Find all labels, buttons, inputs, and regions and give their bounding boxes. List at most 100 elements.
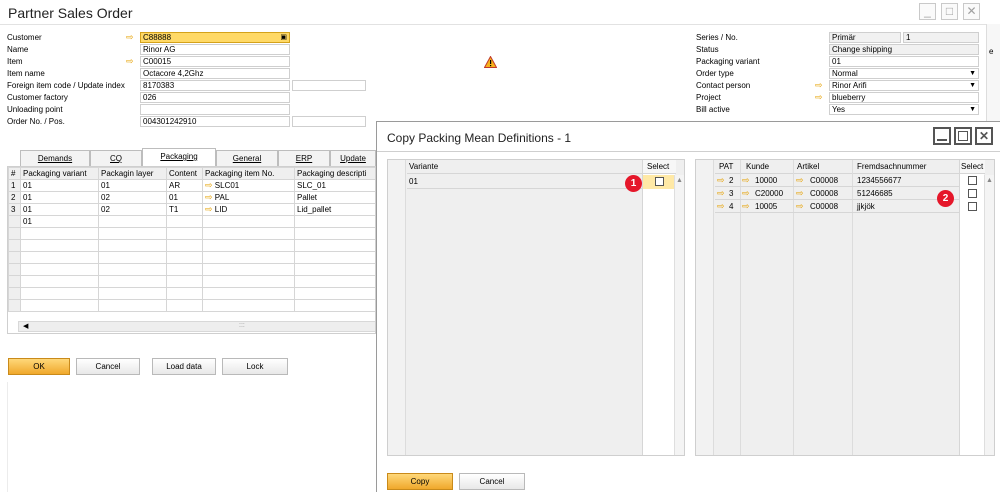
link-arrow-icon[interactable]: ⇨ xyxy=(742,201,750,212)
order-no-field[interactable]: 004301242910 xyxy=(140,116,290,127)
table-cell[interactable] xyxy=(294,215,375,228)
table-cell[interactable]: ⇨ LID xyxy=(202,203,295,216)
table-row[interactable]: ⇨ 4 ⇨ 10005 ⇨ C00008 jjkjök xyxy=(715,201,959,213)
link-arrow-icon[interactable]: ⇨ xyxy=(815,80,823,91)
contact-person-select[interactable]: Rinor Arifi ▼ xyxy=(829,80,979,91)
link-arrow-icon[interactable]: ⇨ xyxy=(717,188,725,199)
select-cell-row-1[interactable] xyxy=(643,175,676,189)
link-arrow-icon[interactable]: ⇨ xyxy=(815,92,823,103)
pat-col-header[interactable]: PAT xyxy=(719,161,733,172)
empty-row[interactable] xyxy=(8,299,375,312)
col-header[interactable]: Packagin layer xyxy=(98,167,167,180)
name-field[interactable]: Rinor AG xyxy=(140,44,290,55)
item-name-field[interactable]: Octacore 4,2Ghz xyxy=(140,68,290,79)
dialog-close-button[interactable]: ✕ xyxy=(975,127,993,145)
update-index-field[interactable] xyxy=(292,80,366,91)
customer-field[interactable]: C88888 ▣ xyxy=(140,32,290,43)
table-row[interactable]: 2 01 02 01 ⇨ PAL Pallet xyxy=(8,191,375,204)
packaging-variant-field[interactable]: 01 xyxy=(829,56,979,67)
status-field[interactable]: Change shipping xyxy=(829,44,979,55)
table-row[interactable]: ⇨ 2 ⇨ 10000 ⇨ C00008 1234556677 xyxy=(715,175,959,187)
dialog-minimize-button[interactable] xyxy=(933,127,951,145)
scroll-grip-icon[interactable]: ::: xyxy=(239,320,245,331)
link-arrow-icon[interactable]: ⇨ xyxy=(205,181,213,191)
chevron-down-icon[interactable]: ▼ xyxy=(969,81,976,90)
col-header[interactable]: Packaging descripti xyxy=(294,167,375,180)
link-arrow-icon[interactable]: ⇨ xyxy=(126,56,134,67)
table-cell[interactable]: SLC_01 xyxy=(294,179,375,192)
select-checkbox-pat-3[interactable] xyxy=(968,189,977,198)
table-cell[interactable] xyxy=(166,215,203,228)
tab-update[interactable]: Update xyxy=(330,150,376,166)
empty-row[interactable] xyxy=(8,287,375,300)
scroll-up-icon[interactable]: ▲ xyxy=(986,175,993,186)
table-cell[interactable]: ⇨ SLC01 xyxy=(202,179,295,192)
customer-factory-field[interactable]: 026 xyxy=(140,92,290,103)
link-arrow-icon[interactable]: ⇨ xyxy=(742,175,750,186)
table-row[interactable]: ⇨ 3 ⇨ C20000 ⇨ C00008 51246685 xyxy=(715,188,959,200)
chevron-down-icon[interactable]: ▼ xyxy=(969,69,976,78)
empty-row[interactable] xyxy=(8,239,375,252)
tab-demands[interactable]: Demands xyxy=(20,150,90,166)
kunde-col-header[interactable]: Kunde xyxy=(746,161,769,172)
lock-button[interactable]: Lock xyxy=(222,358,288,375)
scroll-left-icon[interactable]: ◀ xyxy=(23,321,28,332)
select-checkbox-variant-1[interactable] xyxy=(655,177,664,186)
empty-row[interactable] xyxy=(8,263,375,276)
copy-button[interactable]: Copy xyxy=(387,473,453,490)
link-arrow-icon[interactable]: ⇨ xyxy=(796,188,804,199)
table-cell[interactable]: 01 xyxy=(20,203,99,216)
table-row[interactable]: 3 01 02 T1 ⇨ LID Lid_pallet xyxy=(8,203,375,216)
cancel-button[interactable]: Cancel xyxy=(76,358,140,375)
project-field[interactable]: blueberry xyxy=(829,92,979,103)
link-arrow-icon[interactable]: ⇨ xyxy=(796,175,804,186)
vertical-scrollbar[interactable]: ▲ xyxy=(674,175,684,455)
dialog-maximize-button[interactable] xyxy=(954,127,972,145)
table-cell[interactable]: Lid_pallet xyxy=(294,203,375,216)
list-item[interactable]: 01 xyxy=(407,175,642,189)
table-cell[interactable] xyxy=(98,215,167,228)
dialog-cancel-button[interactable]: Cancel xyxy=(459,473,525,490)
link-arrow-icon[interactable]: ⇨ xyxy=(742,188,750,199)
maximize-button[interactable]: □ xyxy=(941,3,958,20)
load-data-button[interactable]: Load data xyxy=(152,358,216,375)
item-field[interactable]: C00015 xyxy=(140,56,290,67)
link-arrow-icon[interactable]: ⇨ xyxy=(717,175,725,186)
tab-general[interactable]: General xyxy=(216,150,278,166)
tab-cq[interactable]: CQ xyxy=(90,150,142,166)
link-arrow-icon[interactable]: ⇨ xyxy=(205,205,213,215)
horizontal-scrollbar[interactable]: ◀ ::: xyxy=(18,320,375,332)
link-arrow-icon[interactable]: ⇨ xyxy=(126,32,134,43)
order-pos-field[interactable] xyxy=(292,116,366,127)
table-cell[interactable]: 02 xyxy=(98,203,167,216)
variante-col-header[interactable]: Variante xyxy=(407,160,642,174)
link-arrow-icon[interactable]: ⇨ xyxy=(796,201,804,212)
table-cell[interactable]: 01 xyxy=(20,179,99,192)
empty-row[interactable] xyxy=(8,227,375,240)
table-cell[interactable]: ⇨ PAL xyxy=(202,191,295,204)
chevron-down-icon[interactable]: ▼ xyxy=(969,105,976,114)
table-cell[interactable]: 02 xyxy=(98,191,167,204)
tab-packaging[interactable]: Packaging xyxy=(142,148,216,166)
foreign-code-field[interactable]: 8170383 xyxy=(140,80,290,91)
table-cell[interactable]: 01 xyxy=(98,179,167,192)
table-cell[interactable] xyxy=(202,215,295,228)
table-cell[interactable]: 01 xyxy=(166,191,203,204)
scroll-up-icon[interactable]: ▲ xyxy=(676,175,683,186)
table-row[interactable]: 01 xyxy=(8,215,375,228)
table-cell[interactable]: 01 xyxy=(20,191,99,204)
minimize-button[interactable]: _ xyxy=(919,3,936,20)
order-type-select[interactable]: Normal ▼ xyxy=(829,68,979,79)
col-header[interactable]: Packaging variant xyxy=(20,167,99,180)
select-col-header[interactable]: Select xyxy=(643,160,676,174)
select-checkbox-pat-2[interactable] xyxy=(968,176,977,185)
unloading-point-field[interactable] xyxy=(140,104,290,115)
artikel-col-header[interactable]: Artikel xyxy=(797,161,819,172)
table-cell[interactable]: AR xyxy=(166,179,203,192)
col-header[interactable]: Content xyxy=(166,167,203,180)
vertical-scrollbar[interactable]: ▲ xyxy=(984,175,994,455)
link-arrow-icon[interactable]: ⇨ xyxy=(717,201,725,212)
col-header[interactable]: # xyxy=(8,167,21,180)
table-cell[interactable]: Pallet xyxy=(294,191,375,204)
col-header[interactable]: Packaging item No. xyxy=(202,167,295,180)
